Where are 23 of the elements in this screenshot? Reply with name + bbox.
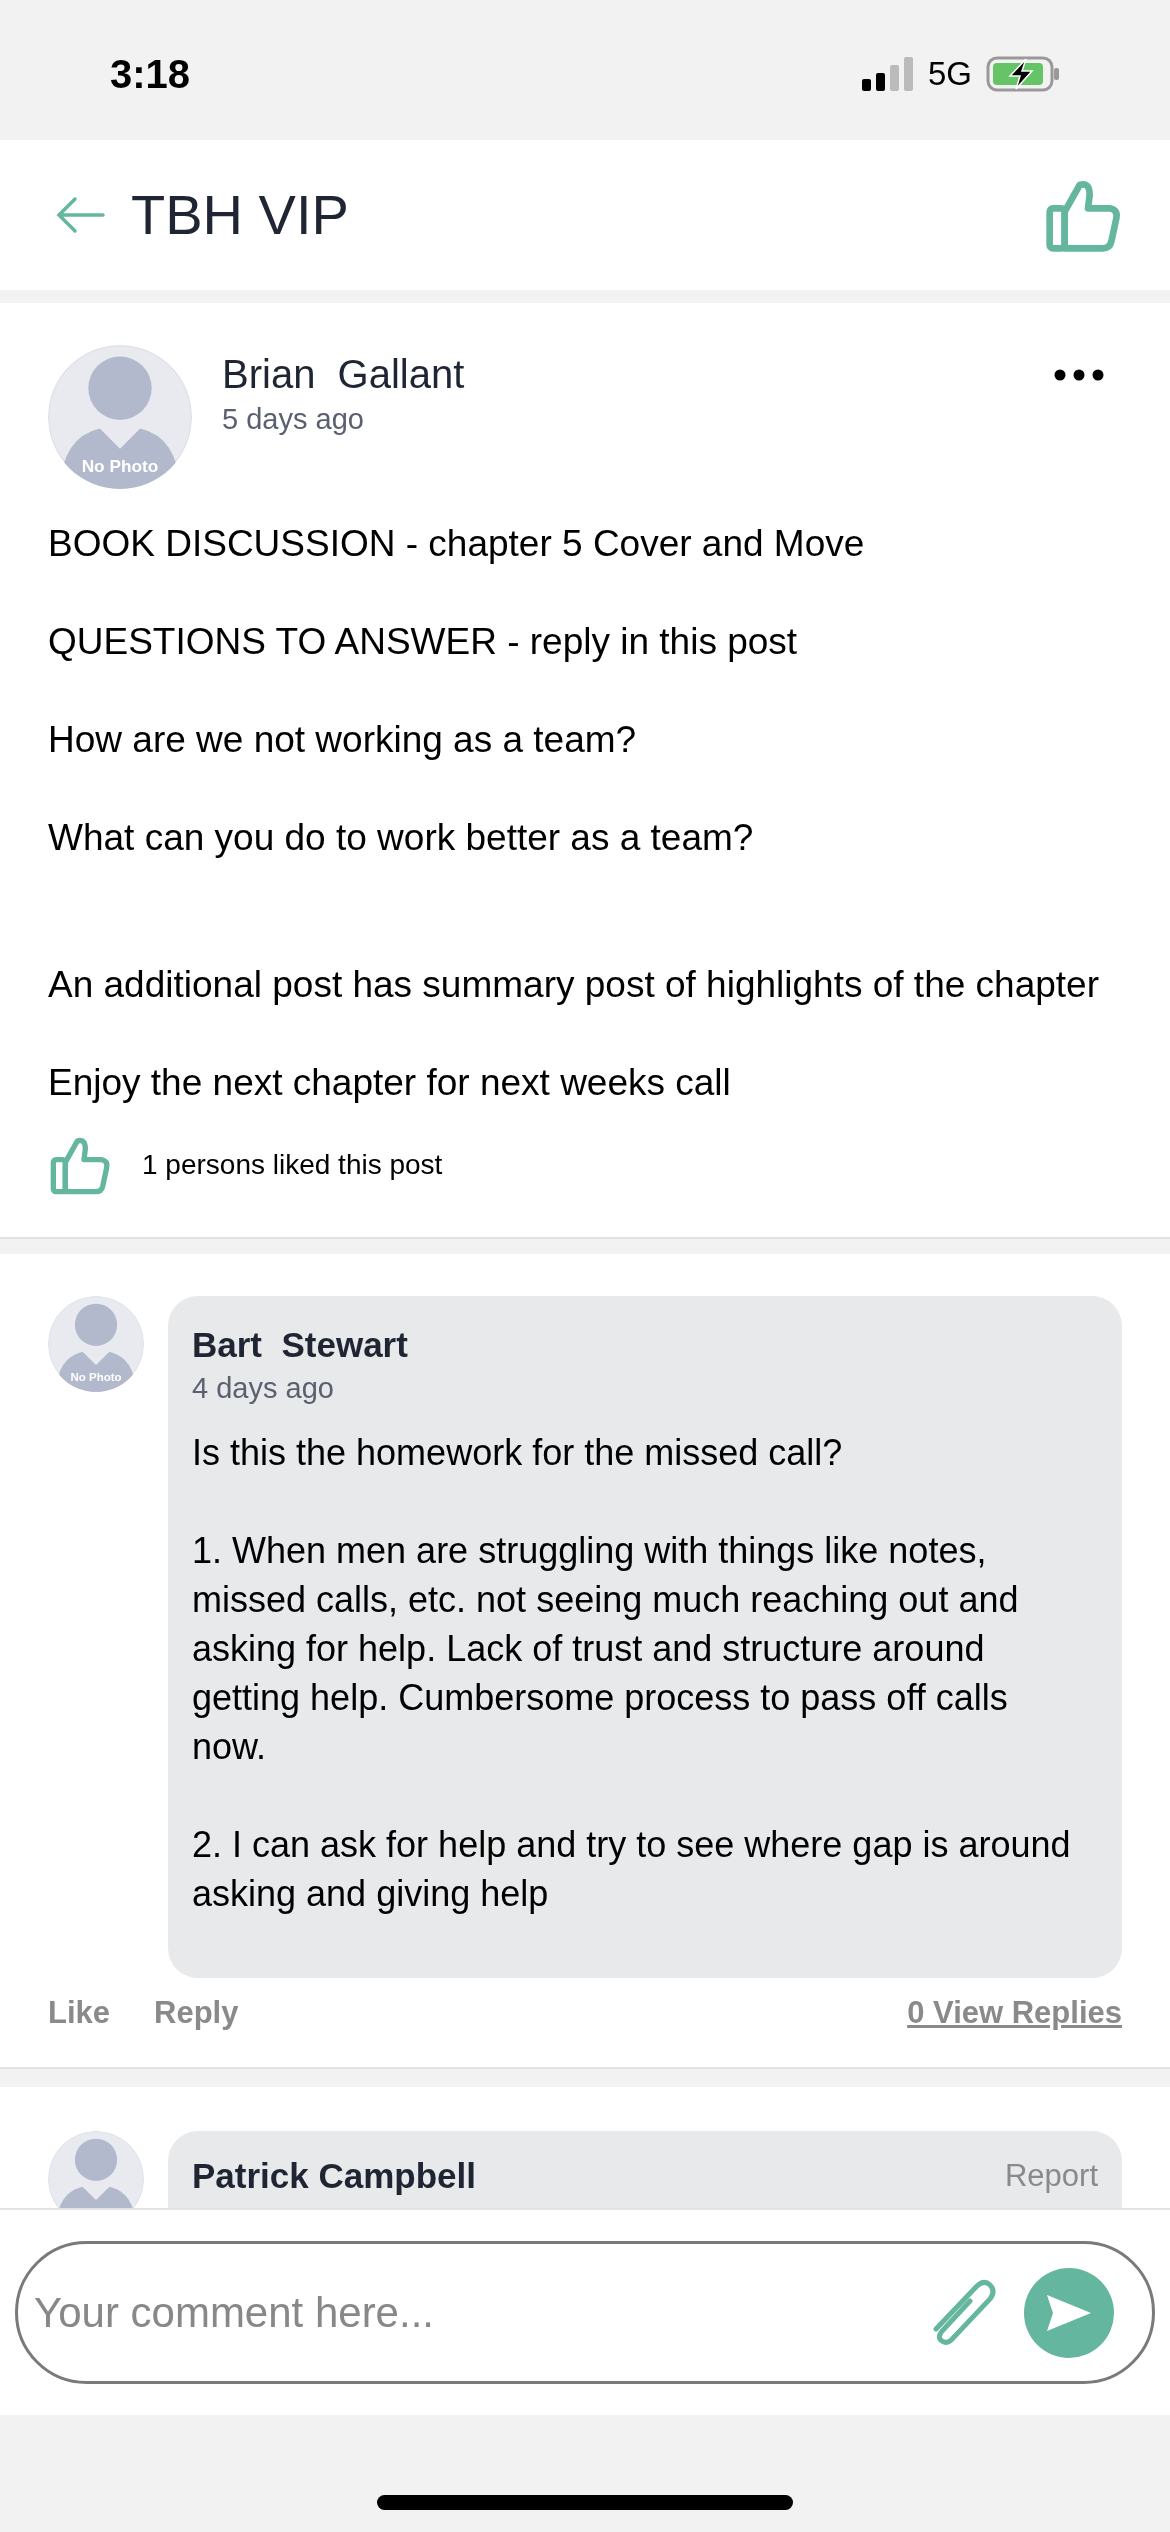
comment-field[interactable]: Your comment here... (15, 2241, 1155, 2384)
comment-action-link[interactable]: Reply (154, 1990, 239, 2037)
status-time: 3:18 (110, 51, 191, 98)
commenter-name[interactable]: Bart Stewart (192, 1322, 1082, 1368)
likes-count: 1 persons liked this post (142, 1148, 443, 1182)
commenter-name[interactable]: Patrick Campbell (192, 2152, 476, 2199)
back-arrow-icon[interactable] (55, 195, 105, 235)
page-title: TBH VIP (131, 182, 349, 248)
avatar-label: No Photo (80, 455, 160, 479)
post-body: BOOK DISCUSSION - chapter 5 Cover and Move QUESTIONS TO ANSWER - reply in this post How are we not working as a team? What can you do to work better as a team? An additional post has summary post of highlights of the chapter Enjoy the next chapter for next weeks call (48, 522, 1100, 1105)
send-icon (1045, 2292, 1093, 2333)
comment-action-link[interactable]: Like (48, 1990, 111, 2037)
network-label: 5G (927, 54, 972, 95)
battery-charging-icon (986, 56, 1060, 92)
author-name[interactable]: Brian Gallant (222, 349, 1024, 399)
avatar-label: No Photo (69, 1370, 123, 1385)
view-replies-link[interactable]: 0 View Replies (907, 1990, 1122, 2037)
comment-time: 4 days ago (192, 1371, 335, 1406)
more-options-icon[interactable] (1054, 369, 1104, 381)
signal-icon (861, 57, 914, 91)
post-time: 5 days ago (222, 402, 365, 437)
comment-body: Is this the homework for the missed call? 1. When men are struggling with things like notes, missed calls, etc. not seeing much reaching out and asking for help. Lack of trust and structure around getting help. Cumbersome process to pass off calls now. 2. I can ask for help and try to see where gap is around asking and giving help (192, 1431, 1072, 1916)
report-link[interactable]: Report (1004, 2152, 1098, 2199)
